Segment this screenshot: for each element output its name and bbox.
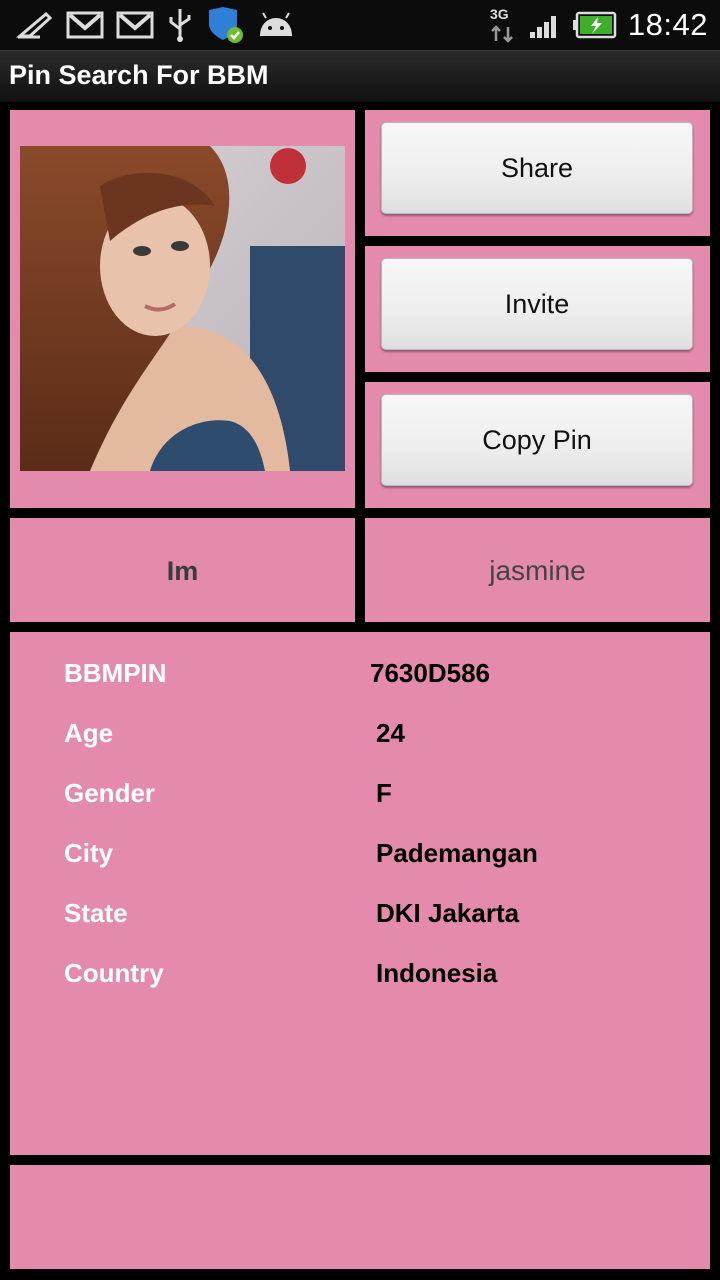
copy-pin-button[interactable]: Copy Pin xyxy=(381,394,693,486)
detail-label-city: City xyxy=(64,838,114,868)
detail-value-bbmpin: 7630D586 xyxy=(370,658,490,688)
app-title: Pin Search For BBM xyxy=(9,60,269,90)
detail-value-state: DKI Jakarta xyxy=(376,898,520,928)
greeting-prefix: Im xyxy=(166,556,199,586)
detail-value-city: Pademangan xyxy=(376,838,538,868)
network-3g-icon: 3G xyxy=(488,6,518,43)
details-panel xyxy=(10,632,710,1155)
invite-button[interactable]: Invite xyxy=(381,258,693,350)
gmail-icon xyxy=(116,7,154,43)
bottom-panel xyxy=(10,1165,710,1269)
svg-text:3G: 3G xyxy=(490,6,509,22)
profile-photo[interactable] xyxy=(20,146,345,471)
signal-icon xyxy=(528,7,562,43)
action-bar: Pin Search For BBM xyxy=(0,50,720,102)
share-button[interactable]: Share xyxy=(381,122,693,214)
shield-icon xyxy=(206,7,244,43)
battery-charging-icon xyxy=(572,7,618,43)
detail-value-gender: F xyxy=(376,778,392,808)
android-icon xyxy=(256,7,296,43)
profile-photo-image xyxy=(20,146,345,471)
usb-icon xyxy=(166,7,194,43)
status-bar: 3G 18:42 xyxy=(0,0,720,50)
detail-label-country: Country xyxy=(64,958,164,988)
gmail-icon xyxy=(66,7,104,43)
detail-label-state: State xyxy=(64,898,128,928)
profile-name: jasmine xyxy=(489,555,586,586)
clock: 18:42 xyxy=(627,7,708,42)
detail-value-age: 24 xyxy=(376,718,405,748)
detail-value-country: Indonesia xyxy=(376,958,498,988)
detail-label-age: Age xyxy=(64,718,114,748)
detail-label-bbmpin: BBMPIN xyxy=(64,658,167,688)
detail-label-gender: Gender xyxy=(64,778,156,808)
feather-icon xyxy=(16,7,54,43)
